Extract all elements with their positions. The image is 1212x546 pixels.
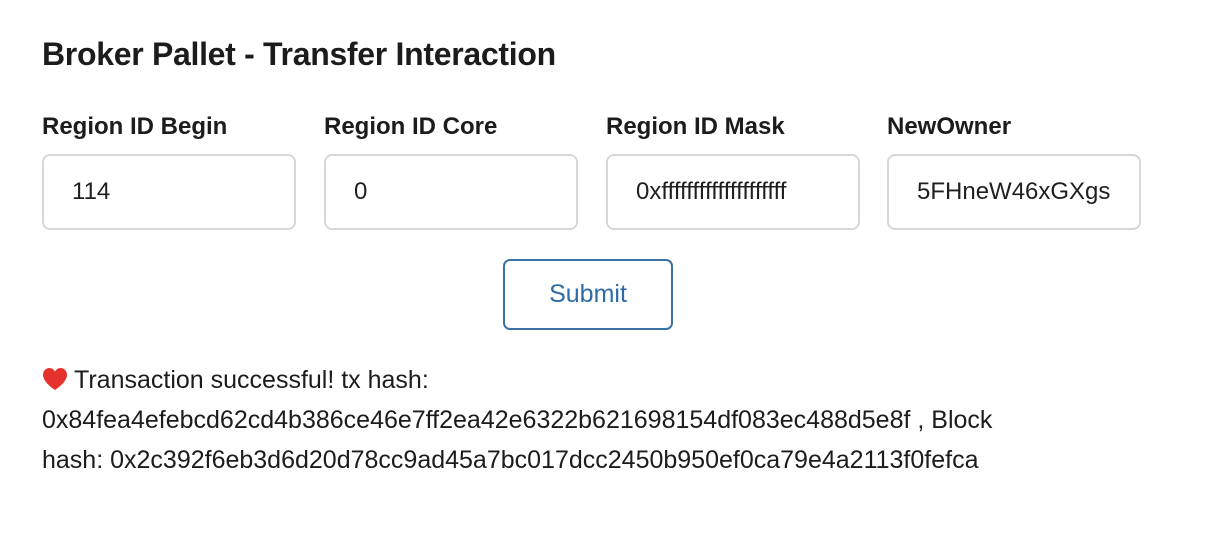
transaction-result: Transaction successful! tx hash: 0x84fea… <box>42 360 1182 480</box>
page-title: Broker Pallet - Transfer Interaction <box>42 36 556 72</box>
new-owner-label: NewOwner <box>887 113 1012 140</box>
new-owner-input[interactable] <box>887 154 1141 230</box>
region-id-mask-input[interactable] <box>606 154 860 230</box>
new-owner-field: NewOwner <box>887 110 1141 230</box>
result-line-2: 0x84fea4efebcd62cd4b386ce46e7ff2ea42e632… <box>42 406 993 434</box>
submit-button[interactable]: Submit <box>503 259 673 330</box>
region-id-mask-label: Region ID Mask <box>606 113 785 140</box>
result-status-text: Transaction successful! tx hash: <box>74 366 429 394</box>
result-line-3: hash: 0x2c392f6eb3d6d20d78cc9ad45a7bc017… <box>42 446 979 474</box>
region-id-begin-field: Region ID Begin <box>42 110 296 230</box>
result-line-1: Transaction successful! tx hash: <box>42 360 1182 400</box>
region-id-core-field: Region ID Core <box>324 110 578 230</box>
region-id-core-input[interactable] <box>324 154 578 230</box>
heart-icon <box>43 368 67 390</box>
region-id-begin-input[interactable] <box>42 154 296 230</box>
region-id-begin-label: Region ID Begin <box>42 113 228 140</box>
region-id-core-label: Region ID Core <box>324 113 498 140</box>
region-id-mask-field: Region ID Mask <box>606 110 860 230</box>
